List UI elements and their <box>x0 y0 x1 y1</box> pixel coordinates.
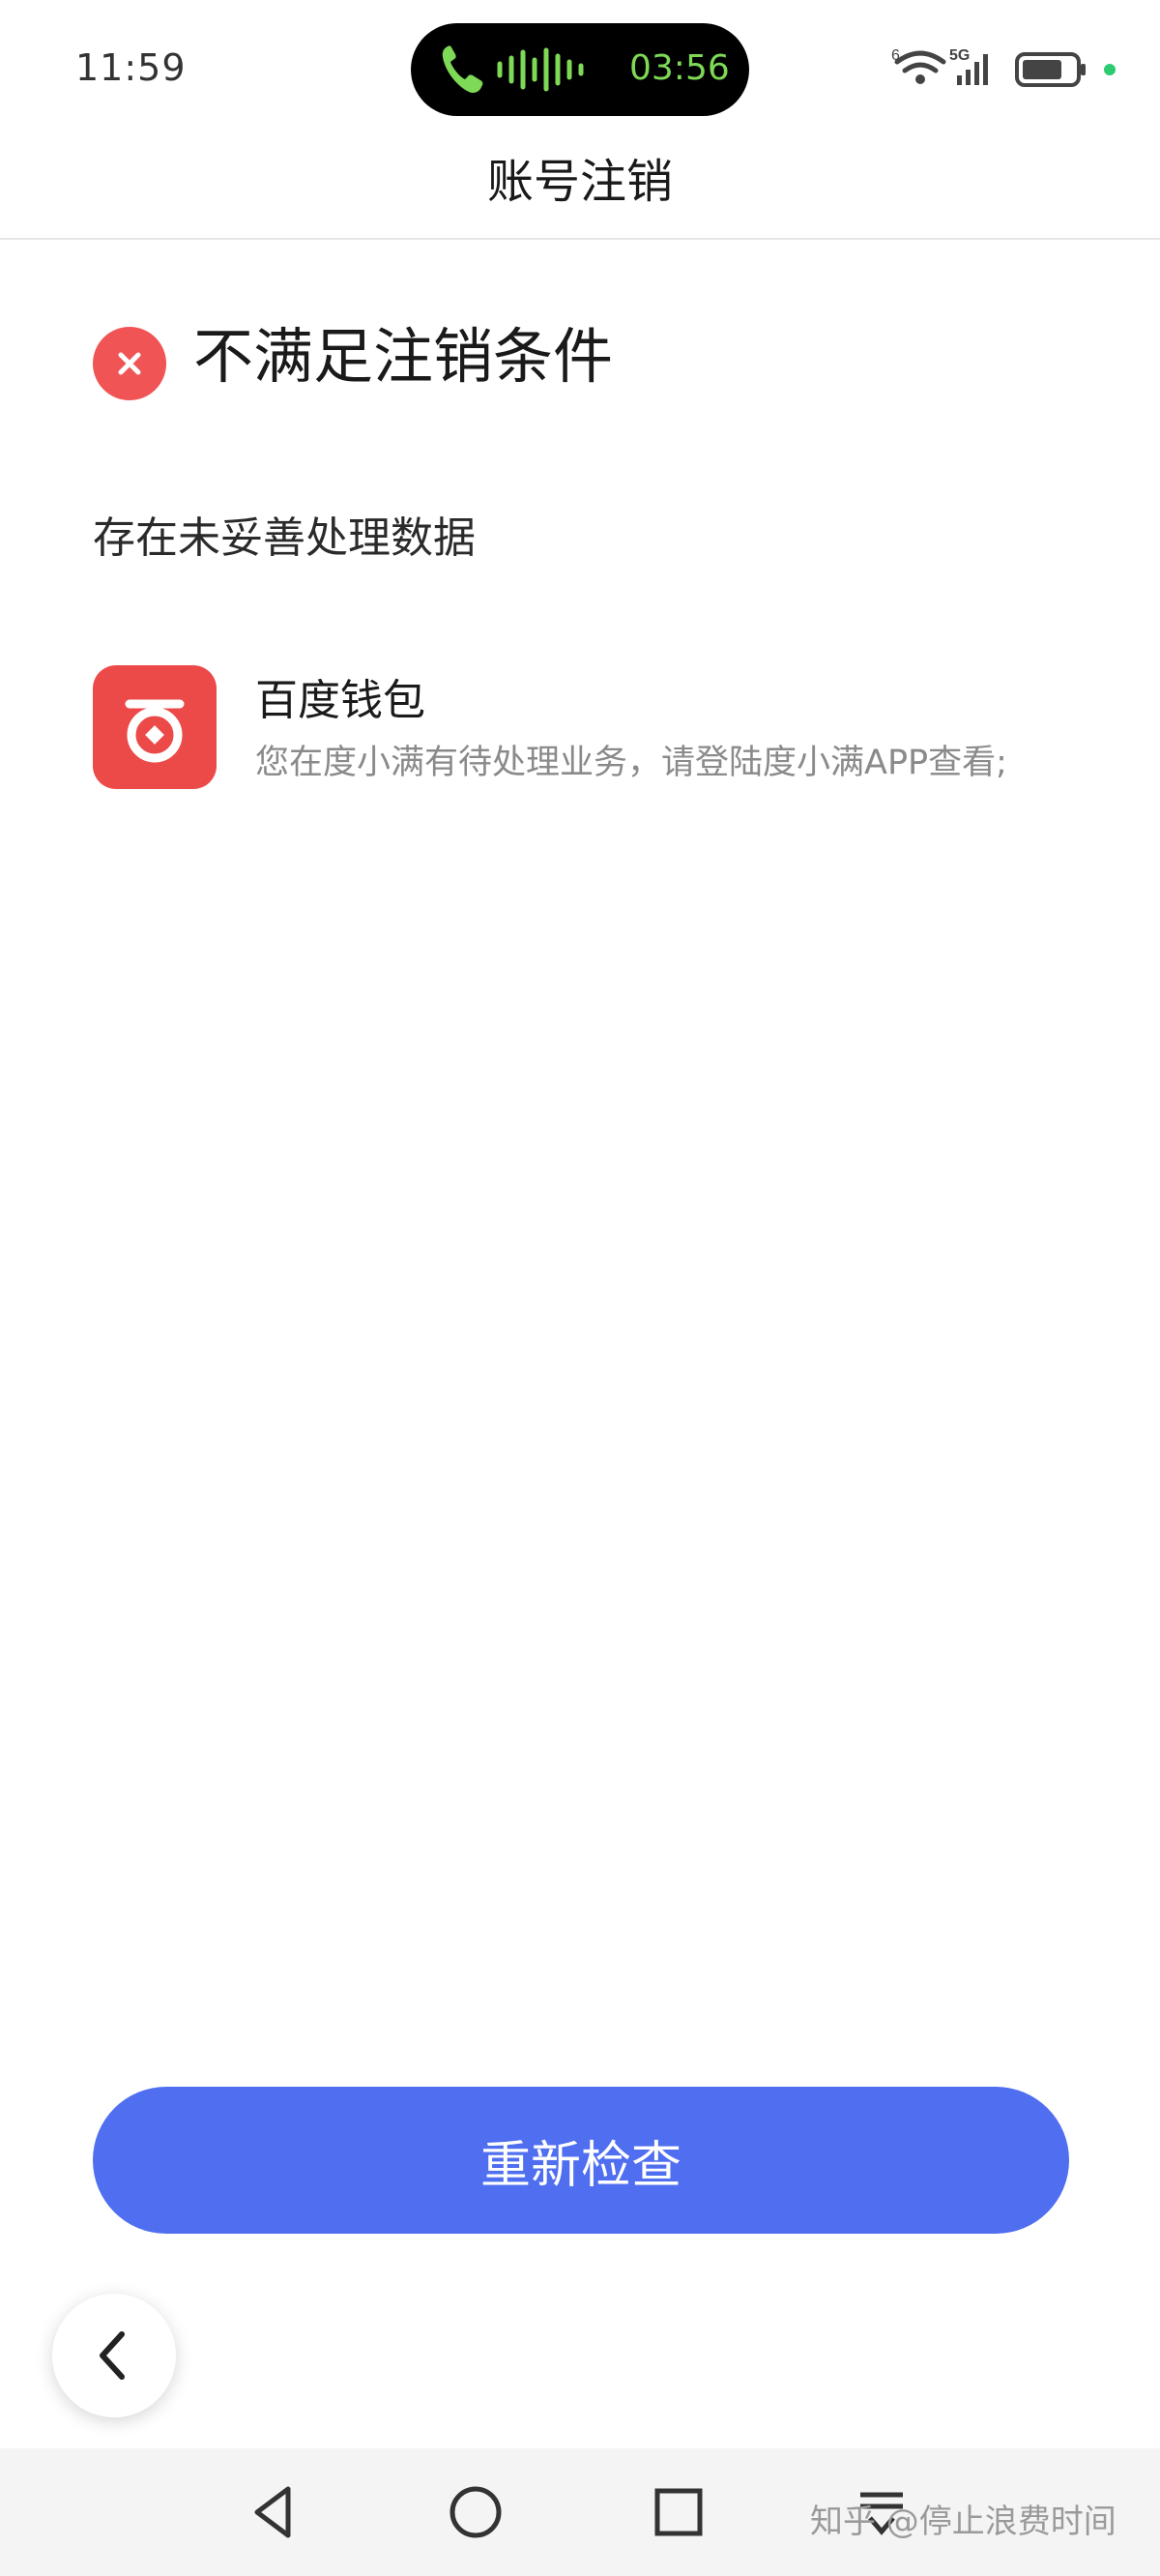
chevron-left-icon <box>100 2331 125 2380</box>
battery-icon <box>1015 52 1086 87</box>
back-triangle-icon <box>254 2486 291 2538</box>
status-time: 11:59 <box>75 46 187 89</box>
baidu-wallet-icon <box>93 665 217 789</box>
wifi-icon: 6 <box>891 47 946 84</box>
phone-icon <box>442 45 483 93</box>
call-timer: 03:56 <box>629 48 730 88</box>
nav-back-button[interactable] <box>240 2477 309 2547</box>
recheck-button[interactable]: 重新检查 <box>93 2087 1069 2234</box>
list-item[interactable]: 百度钱包 您在度小满有待处理业务，请登陆度小满APP查看; <box>93 665 1088 791</box>
svg-text:5G: 5G <box>949 47 970 64</box>
voice-wave-icon <box>497 47 584 92</box>
floating-back-button[interactable] <box>52 2294 176 2417</box>
result-title: 不满足注销条件 <box>193 321 614 392</box>
ongoing-call-pill[interactable]: 03:56 <box>411 23 749 116</box>
section-label: 存在未妥善处理数据 <box>93 513 476 563</box>
privacy-dot <box>1104 64 1116 75</box>
page-title: 账号注销 <box>486 155 673 209</box>
header-divider <box>0 238 1160 240</box>
app-name: 百度钱包 <box>255 676 425 725</box>
account-cancellation-screen: 11:59 03:56 6 5G 账号注销 不满足注销条件 存在未妥善处理数据 … <box>0 0 1160 2576</box>
error-x-icon <box>93 327 166 400</box>
signal-5g-icon: 5G <box>949 47 988 85</box>
watermark: 知乎 @停止浪费时间 <box>810 2503 1116 2541</box>
status-icons: 6 5G <box>891 47 1116 87</box>
status-bar: 11:59 03:56 6 5G <box>0 0 1160 135</box>
nav-recents-button[interactable] <box>644 2477 713 2547</box>
home-circle-icon <box>450 2486 502 2538</box>
nav-home-button[interactable] <box>441 2477 510 2547</box>
recents-square-icon <box>654 2488 703 2536</box>
app-description: 您在度小满有待处理业务，请登陆度小满APP查看; <box>255 744 1007 782</box>
